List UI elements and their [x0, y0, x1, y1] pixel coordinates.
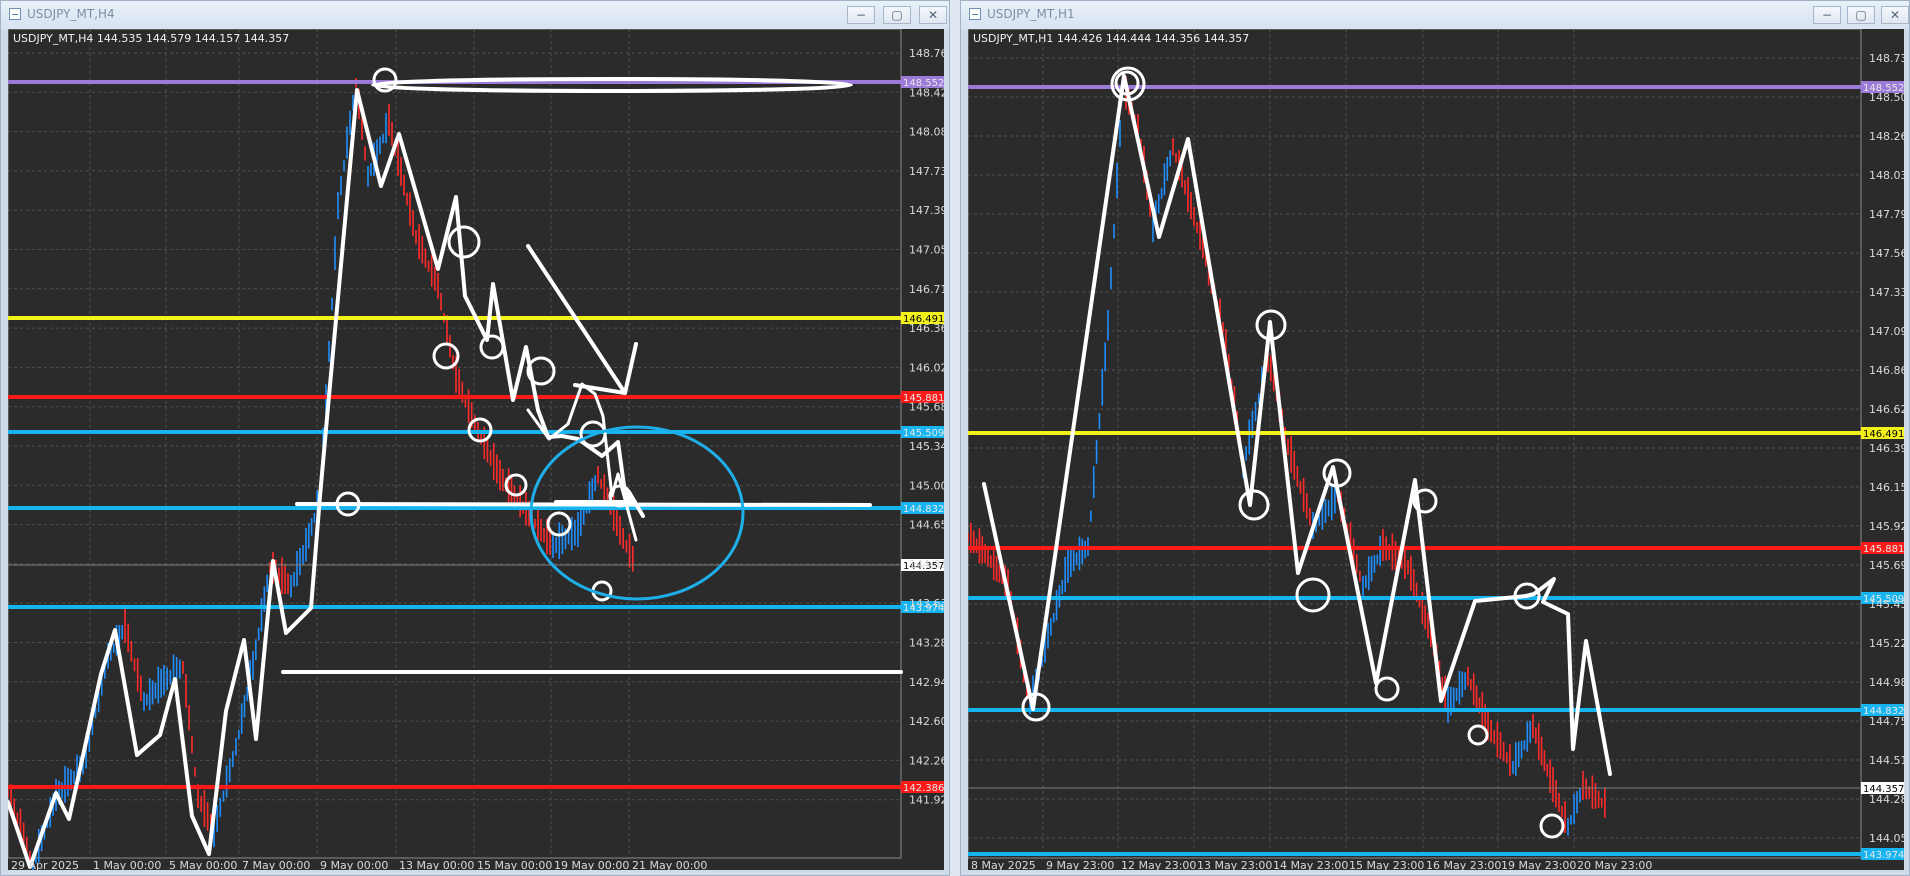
right-chart-svg[interactable]: 148.552146.491145.881145.509144.832144.3… [967, 28, 1910, 872]
price-tick-label: 146.155 [1869, 481, 1904, 494]
level-price-text: 145.881 [1863, 544, 1904, 555]
price-tick-label: 147.050 [909, 244, 944, 257]
level-price-tag: 146.491 [1861, 427, 1904, 440]
left-chart-svg[interactable]: 148.552146.491145.881145.509144.832144.3… [6, 28, 955, 875]
price-tick-label: 146.025 [909, 361, 944, 374]
price-tick-label: 148.265 [1869, 130, 1904, 143]
price-tick-label: 147.795 [1869, 208, 1904, 221]
left-titlebar[interactable]: USDJPY_MT,H4 − ▢ ✕ [1, 1, 949, 29]
left-time-axis[interactable]: 29 Apr 2025 1 May 00:00 5 May 00:00 7 May 0… [11, 859, 707, 872]
price-tick-label: 146.390 [1869, 442, 1904, 455]
price-tick-label: 144.515 [1869, 754, 1904, 767]
price-tick-label: 145.680 [909, 401, 944, 414]
price-tick-label: 148.735 [1869, 52, 1904, 65]
price-tick-label: 146.860 [1869, 364, 1904, 377]
time-tick-label: 8 May 2025 [971, 859, 1036, 870]
time-tick-label: 15 May 23:00 [1349, 859, 1424, 870]
right-symbol-header: USDJPY_MT,H1 144.426 144.444 144.356 144… [973, 32, 1250, 45]
price-tick-label: 148.030 [1869, 169, 1904, 182]
maximize-button[interactable]: ▢ [883, 6, 911, 24]
price-tick-label: 144.655 [909, 519, 944, 532]
time-tick-label: 9 May 23:00 [1046, 859, 1114, 870]
price-tick-label: 144.750 [1869, 715, 1904, 728]
level-price-tag: 144.832 [901, 502, 944, 515]
price-tick-label: 145.690 [1869, 559, 1904, 572]
level-price-tag: 143.974 [1861, 848, 1904, 861]
chart-window-icon [969, 8, 981, 20]
maximize-button[interactable]: ▢ [1847, 6, 1875, 24]
time-tick-label: 19 May 00:00 [554, 859, 629, 870]
minimize-button[interactable]: − [1813, 6, 1841, 24]
level-price-text: 144.832 [903, 504, 944, 515]
price-tick-label: 148.080 [909, 126, 944, 139]
level-price-text: 142.386 [903, 783, 944, 794]
right-time-axis[interactable]: 8 May 2025 9 May 23:00 12 May 23:00 13 May … [971, 859, 1652, 872]
time-tick-label: 12 May 23:00 [1121, 859, 1196, 870]
level-price-text: 146.491 [1863, 429, 1904, 440]
right-window-title: USDJPY_MT,H1 [987, 7, 1075, 21]
time-tick-label: 5 May 00:00 [169, 859, 237, 870]
time-tick-label: 20 May 23:00 [1577, 859, 1652, 870]
left-window-title: USDJPY_MT,H4 [27, 7, 115, 21]
time-tick-label: 9 May 00:00 [320, 859, 388, 870]
right-chart-area[interactable]: 148.552 146.491 145.881 145.509 144.832 144.3… [967, 28, 1910, 872]
left-symbol-header: USDJPY_MT,H4 144.535 144.579 144.157 144… [13, 32, 290, 45]
price-tick-label: 144.985 [1869, 676, 1904, 689]
close-button[interactable]: ✕ [1881, 6, 1909, 24]
close-button[interactable]: ✕ [919, 6, 947, 24]
price-tick-label: 143.285 [909, 637, 944, 650]
price-tick-label: 147.330 [1869, 286, 1904, 299]
right-titlebar[interactable]: USDJPY_MT,H1 − ▢ ✕ [961, 1, 1909, 29]
price-tick-label: 142.605 [909, 715, 944, 728]
price-tick-label: 147.095 [1869, 325, 1904, 338]
price-tick-label: 148.420 [909, 86, 944, 99]
level-price-text: 145.509 [903, 428, 944, 439]
time-tick-label: 1 May 00:00 [93, 859, 161, 870]
right-price-axis[interactable]: 148.735 148.500 148.265 148.030 147.795 147.5… [1869, 52, 1910, 845]
price-tick-label: 145.220 [1869, 637, 1904, 650]
time-tick-label: 13 May 00:00 [399, 859, 474, 870]
level-price-tag: 145.881 [1861, 542, 1904, 555]
time-tick-label: 14 May 23:00 [1273, 859, 1348, 870]
time-tick-label: 13 May 23:00 [1197, 859, 1272, 870]
price-tick-label: 145.340 [909, 440, 944, 453]
left-chart-window[interactable]: USDJPY_MT,H4 − ▢ ✕ 148.552 146.491 145.881… [0, 0, 955, 876]
price-tick-label: 144.050 [1869, 832, 1904, 845]
price-tick-label: 147.565 [1869, 247, 1904, 260]
right-chart-window[interactable]: USDJPY_MT,H1 − ▢ ✕ 148.552 146.491 145.881… [960, 0, 1910, 876]
left-horizontal-drawing [295, 502, 872, 507]
left-chart-area[interactable]: 148.552 146.491 145.881 145.509 144.832 144.3… [6, 28, 955, 875]
price-tick-label: 146.365 [909, 322, 944, 335]
level-price-tag: 142.386 [901, 781, 944, 794]
level-price-text: 143.974 [1863, 850, 1904, 861]
chart-window-icon [9, 8, 21, 20]
time-tick-label: 16 May 23:00 [1426, 859, 1501, 870]
price-tick-label: 148.500 [1869, 91, 1904, 104]
time-tick-label: 19 May 23:00 [1501, 859, 1576, 870]
price-tick-label: 146.710 [909, 283, 944, 296]
price-tick-label: 145.455 [1869, 598, 1904, 611]
price-tick-label: 147.735 [909, 165, 944, 178]
price-tick-label: 144.315 [909, 558, 944, 571]
price-tick-label: 142.945 [909, 676, 944, 689]
time-tick-label: 15 May 00:00 [477, 859, 552, 870]
time-tick-label: 29 Apr 2025 [11, 859, 79, 870]
price-tick-label: 144.285 [1869, 793, 1904, 806]
time-tick-label: 21 May 00:00 [632, 859, 707, 870]
minimize-button[interactable]: − [847, 6, 875, 24]
price-tick-label: 141.920 [909, 794, 944, 807]
price-tick-label: 148.760 [909, 47, 944, 60]
price-tick-label: 147.395 [909, 204, 944, 217]
price-tick-label: 145.000 [909, 479, 944, 492]
level-price-tag: 145.509 [901, 426, 944, 439]
time-tick-label: 7 May 00:00 [242, 859, 310, 870]
price-tick-label: 146.625 [1869, 403, 1904, 416]
price-tick-label: 145.925 [1869, 520, 1904, 533]
price-tick-label: 143.630 [909, 597, 944, 610]
price-tick-label: 142.260 [909, 754, 944, 767]
